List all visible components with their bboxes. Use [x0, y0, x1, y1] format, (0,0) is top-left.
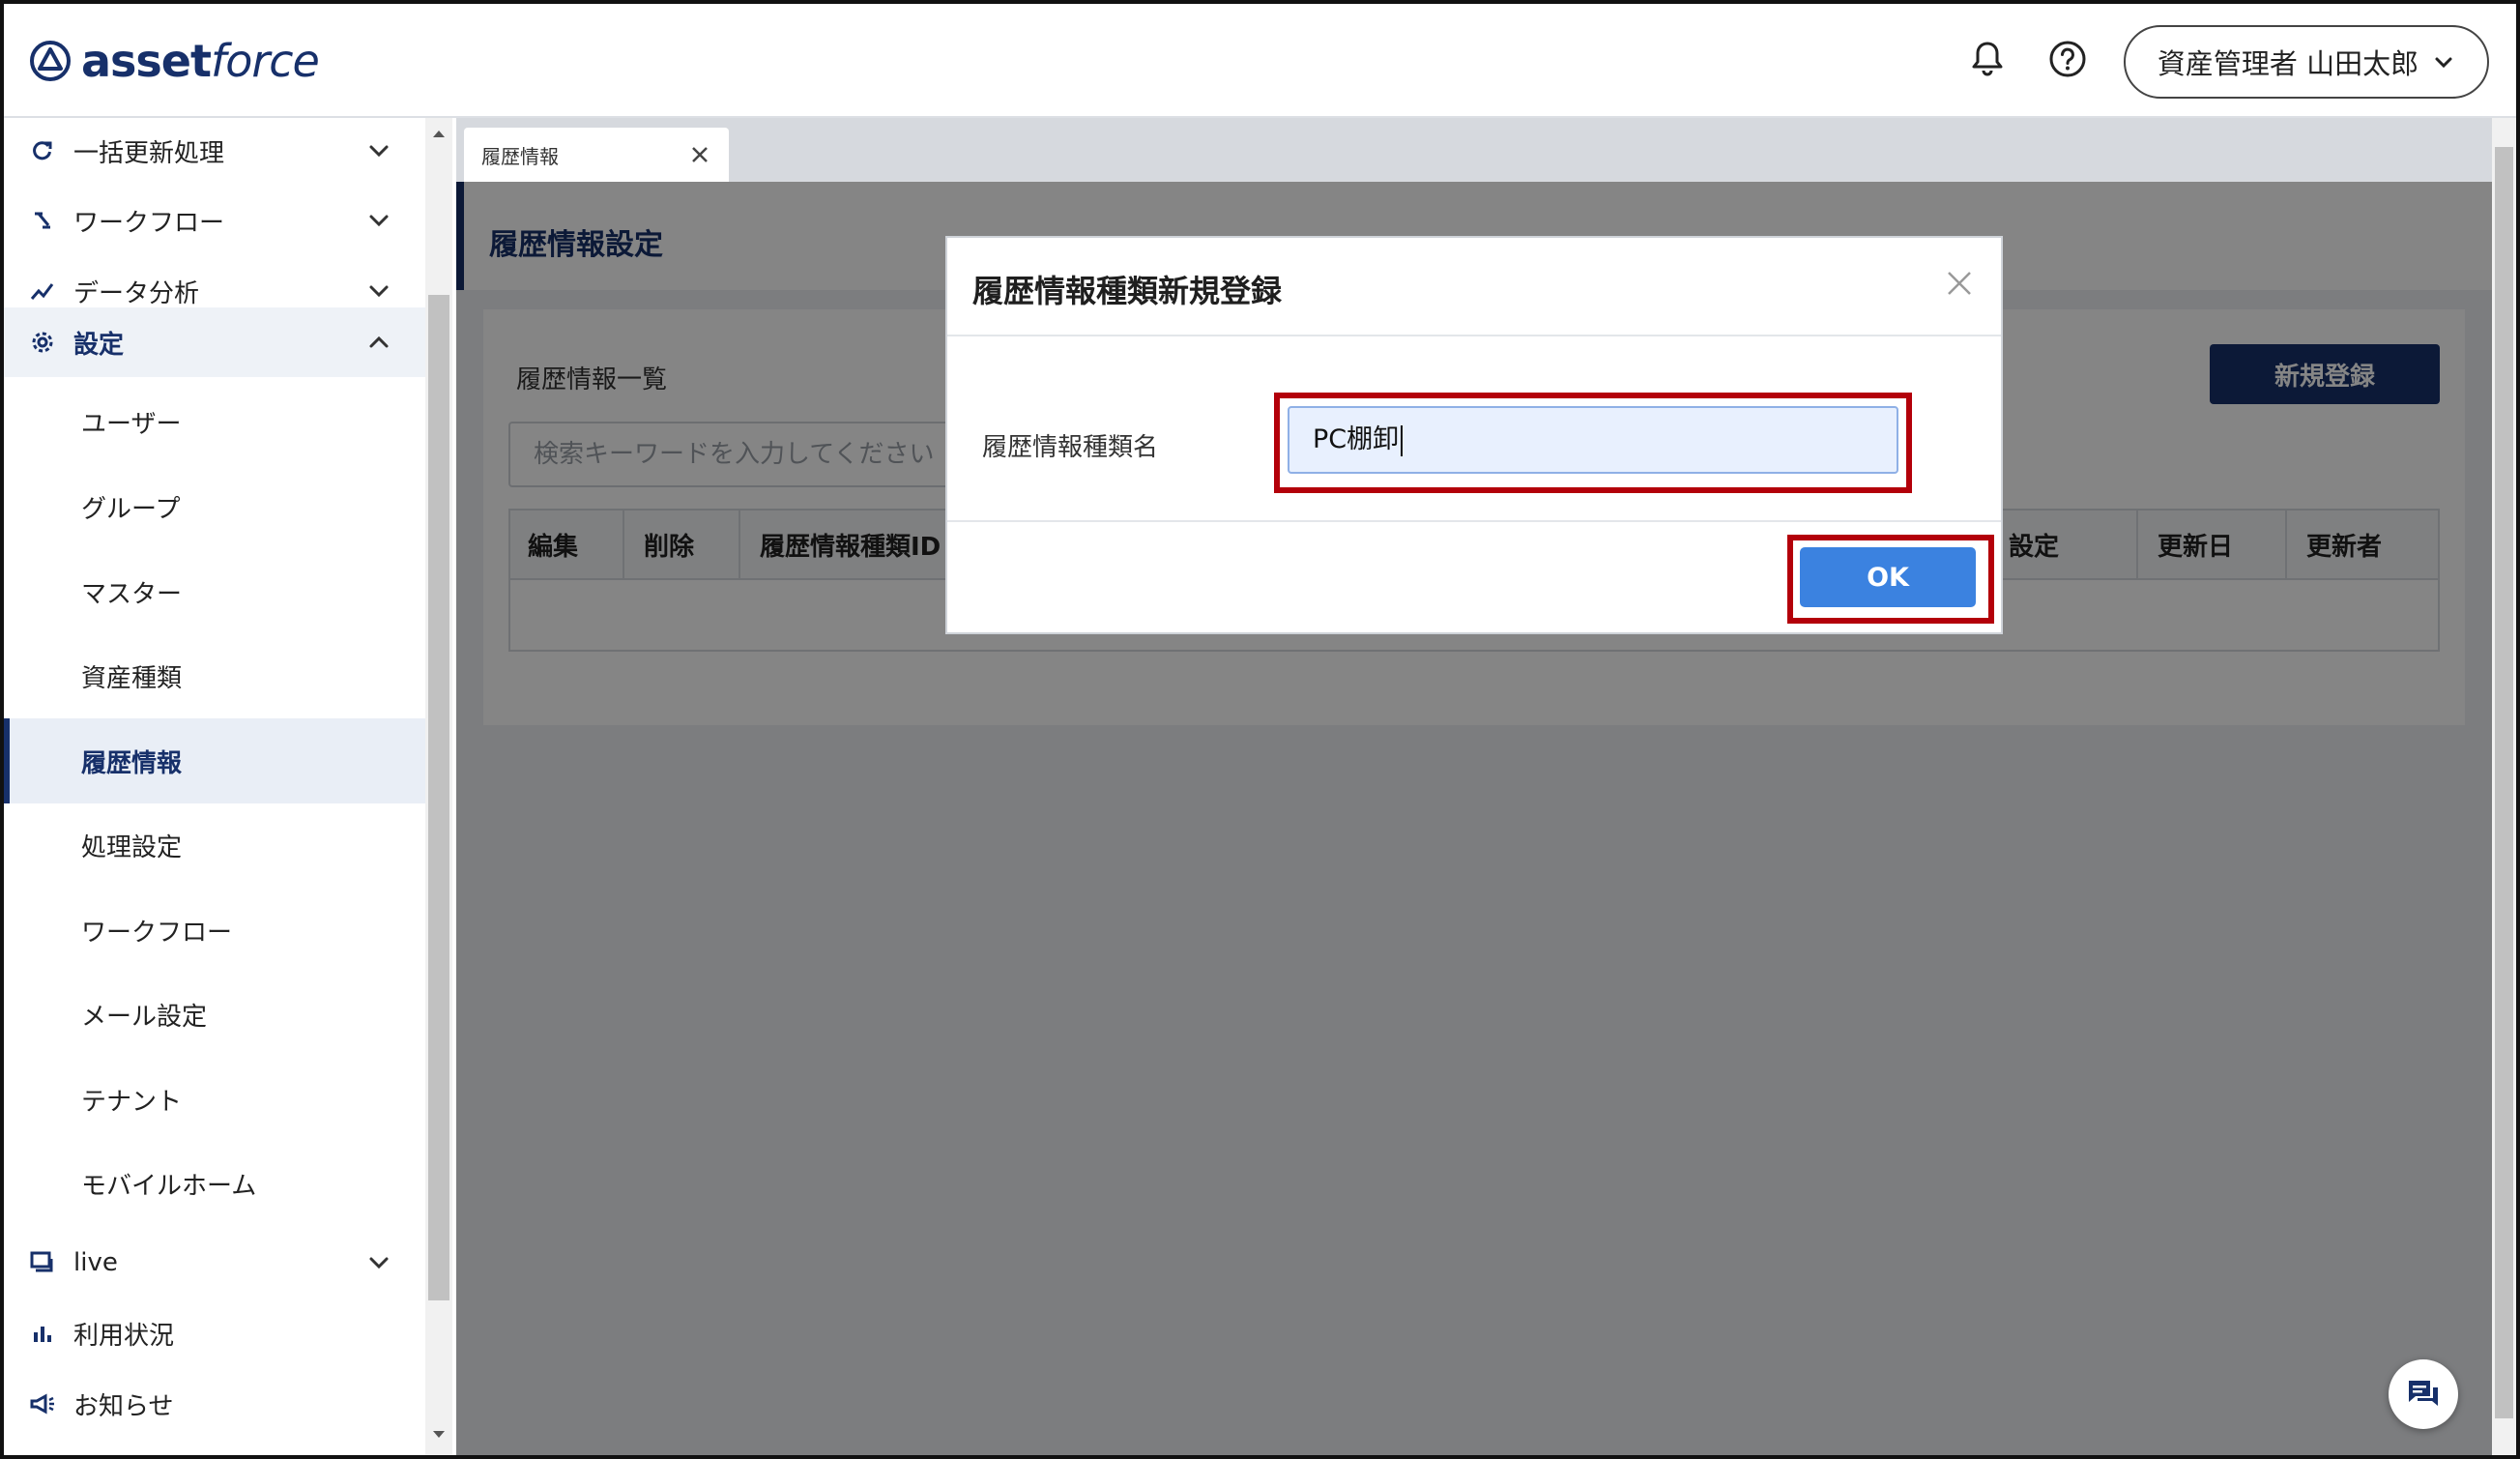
sidebar-item-news[interactable]: お知らせ: [4, 1369, 425, 1439]
dialog-title: 履歴情報種類新規登録: [972, 273, 1283, 309]
sidebar-subitem-mobile-home[interactable]: モバイルホーム: [4, 1141, 425, 1226]
sidebar-subitem-users[interactable]: ユーザー: [4, 379, 425, 464]
chevron-down-icon: [369, 215, 389, 227]
logo-wordmark: assetforce: [81, 35, 320, 87]
gear-icon: [29, 329, 56, 356]
sidebar: 一括更新処理 ワークフロー データ分析 設定 ユーザー グループ マスター 資産…: [4, 118, 425, 1455]
sidebar-subitem-label: テナント: [81, 1087, 183, 1117]
sidebar-item-label: 利用状況: [73, 1321, 175, 1351]
close-icon[interactable]: [688, 143, 711, 166]
sidebar-item-bulk-update[interactable]: 一括更新処理: [4, 118, 425, 186]
app-logo[interactable]: assetforce: [29, 35, 320, 87]
megaphone-icon: [29, 1390, 56, 1417]
sidebar-subitem-label: ワークフロー: [81, 918, 233, 948]
sidebar-item-workflow[interactable]: ワークフロー: [4, 186, 425, 255]
sidebar-subitem-label: 履歴情報: [81, 748, 183, 778]
sidebar-subitem-mail-settings[interactable]: メール設定: [4, 972, 425, 1057]
user-name: 資産管理者 山田太郎: [2157, 47, 2419, 80]
scroll-down-arrow-icon[interactable]: [429, 1425, 449, 1444]
sidebar-subitem-label: マスター: [81, 579, 183, 609]
dialog-divider: [947, 335, 2001, 336]
sidebar-item-label: データ分析: [73, 278, 200, 308]
sidebar-item-label: お知らせ: [73, 1391, 174, 1421]
chevron-down-icon: [369, 145, 389, 158]
highlight-box-input: [1274, 393, 1912, 493]
sidebar-subitem-groups[interactable]: グループ: [4, 464, 425, 549]
dialog-divider: [947, 520, 2001, 522]
help-icon[interactable]: [2045, 37, 2090, 81]
app-header: assetforce 資産管理者 山田太郎: [0, 0, 2520, 118]
content-scrollbar-thumb[interactable]: [2495, 147, 2513, 1418]
chevron-up-icon: [369, 336, 389, 348]
sidebar-subitem-history[interactable]: 履歴情報: [4, 718, 425, 803]
sidebar-subitem-tenant[interactable]: テナント: [4, 1057, 425, 1142]
sidebar-item-label: ワークフロー: [73, 208, 225, 238]
sidebar-subitem-label: モバイルホーム: [81, 1171, 257, 1201]
sidebar-subitem-asset-types[interactable]: 資産種類: [4, 633, 425, 718]
history-type-name-label: 履歴情報種類名: [982, 433, 1159, 462]
sidebar-subitem-label: ユーザー: [81, 409, 182, 439]
chevron-down-icon: [369, 1257, 389, 1269]
tab-label: 履歴情報: [481, 144, 559, 168]
workflow-icon: [29, 207, 56, 234]
sidebar-subitem-label: 資産種類: [81, 663, 183, 693]
sidebar-subitem-label: メール設定: [81, 1002, 208, 1032]
sidebar-subitem-process-settings[interactable]: 処理設定: [4, 802, 425, 888]
sidebar-subitem-label: グループ: [81, 494, 181, 524]
chevron-down-icon: [369, 285, 389, 298]
tab-bar: [456, 118, 2496, 182]
chat-icon: [29, 1249, 56, 1276]
chevron-down-icon: [2435, 57, 2452, 69]
logo-icon: [30, 41, 71, 81]
close-icon[interactable]: [1943, 267, 1976, 300]
highlight-box-ok: [1787, 535, 1994, 624]
sidebar-item-label: live: [73, 1248, 118, 1277]
sidebar-item-label: 設定: [73, 330, 125, 360]
chat-fab-button[interactable]: [2389, 1359, 2458, 1429]
sidebar-item-live[interactable]: live: [4, 1228, 425, 1298]
sidebar-item-usage[interactable]: 利用状況: [4, 1299, 425, 1368]
refresh-icon: [29, 137, 56, 164]
sidebar-subitem-workflow[interactable]: ワークフロー: [4, 888, 425, 973]
sidebar-subitem-master[interactable]: マスター: [4, 549, 425, 634]
bar-chart-icon: [29, 1320, 56, 1347]
user-menu-button[interactable]: 資産管理者 山田太郎: [2124, 25, 2489, 99]
tab-history[interactable]: 履歴情報: [464, 128, 729, 182]
analytics-icon: [29, 277, 56, 305]
sidebar-scrollbar-thumb[interactable]: [428, 295, 449, 1300]
sidebar-item-label: 一括更新処理: [73, 138, 225, 168]
chat-icon: [2409, 1381, 2438, 1406]
scroll-up-arrow-icon[interactable]: [429, 124, 449, 143]
sidebar-subitem-label: 処理設定: [81, 832, 183, 862]
sidebar-item-settings[interactable]: 設定: [4, 307, 425, 377]
bell-icon[interactable]: [1965, 37, 2010, 81]
